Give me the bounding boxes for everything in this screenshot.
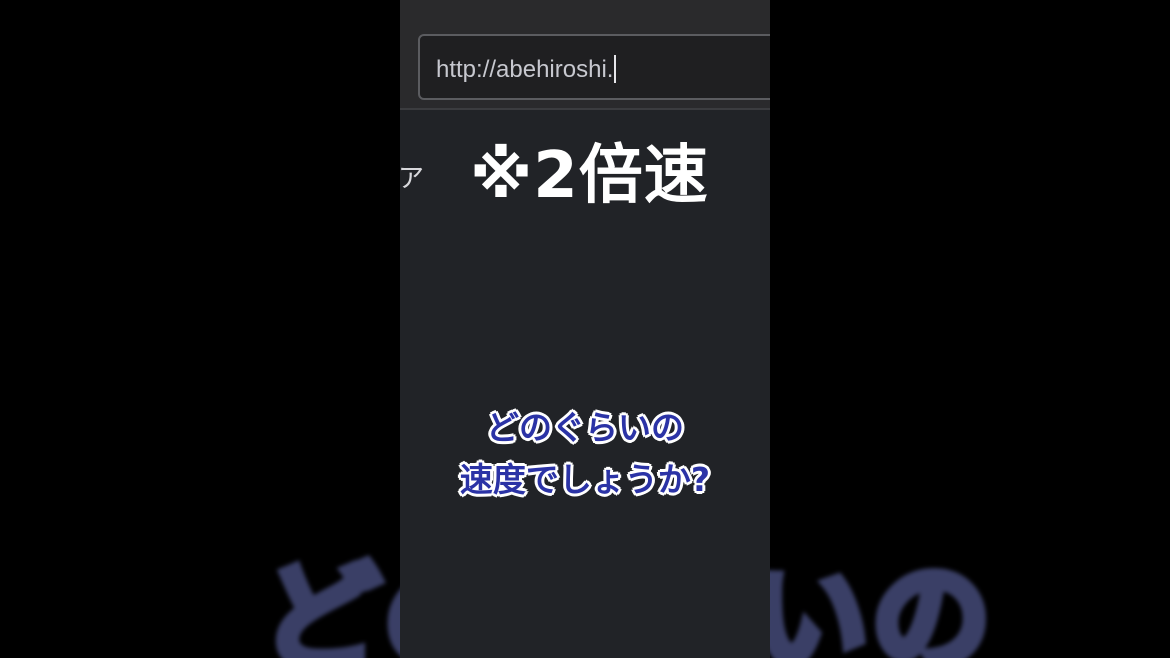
subtitle-line-1: どのぐらいの [486,408,684,447]
url-value: http://abehiroshi. [436,56,614,83]
address-bar[interactable]: http://abehiroshi. [418,34,770,100]
playback-speed-note: ※2倍速 [470,139,709,213]
address-bar-text: http://abehiroshi. [436,55,617,84]
video-frame: http://abehiroshi. ア ※2倍速 どのぐらいの 速度でしょうか… [400,0,770,658]
video-stage: どのぐらいの http://abehiroshi. ア ※2倍速 どのぐらいの … [0,0,1170,658]
subtitle-caption: どのぐらいの 速度でしょうか? [400,402,770,506]
browser-toolbar: http://abehiroshi. [400,0,770,110]
cropped-page-text: ア [400,164,425,194]
subtitle-line-2: 速度でしょうか? [459,460,711,499]
text-caret [614,55,617,83]
